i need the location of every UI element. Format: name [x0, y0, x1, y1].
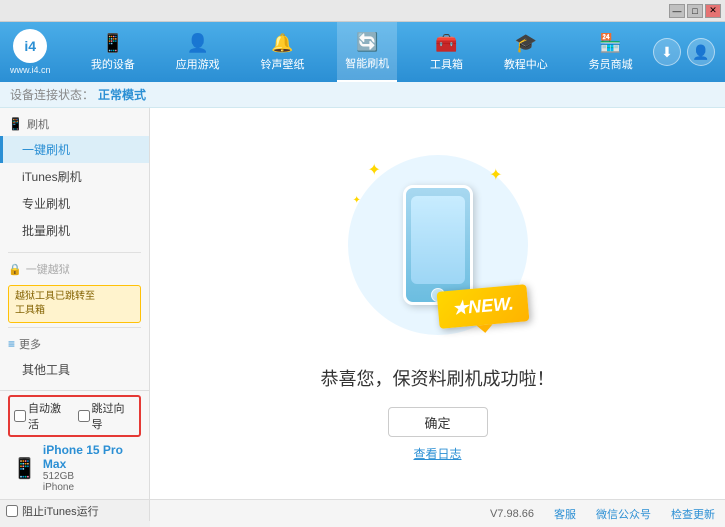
- main-layout: 📱 刷机 一键刷机 iTunes刷机 专业刷机 批量刷机 🔒: [0, 108, 725, 499]
- sidebar-scroll: 📱 刷机 一键刷机 iTunes刷机 专业刷机 批量刷机 🔒: [0, 108, 149, 390]
- flash-section: 📱 刷机 一键刷机 iTunes刷机 专业刷机 批量刷机: [0, 108, 149, 248]
- download-button[interactable]: ⬇: [653, 38, 681, 66]
- maximize-button[interactable]: □: [687, 4, 703, 18]
- nav-app-games[interactable]: 👤 应用游戏: [168, 22, 228, 82]
- batch-flash-label: 批量刷机: [22, 224, 70, 238]
- flash-group-icon: 📱: [8, 117, 23, 131]
- more-text: 更多: [19, 336, 41, 352]
- smart-flash-icon: 🔄: [356, 32, 378, 53]
- nav-tutorial-label: 教程中心: [504, 56, 548, 72]
- phone-screen: [411, 196, 465, 284]
- main-content: ✦ ✦ ✦ ★NEW. 恭喜您，保资料刷机成功啦！ 确定 查看日志: [150, 108, 725, 499]
- new-badge: ★NEW.: [436, 284, 529, 329]
- skip-guide-checkbox[interactable]: [78, 410, 90, 422]
- sidebar-item-download-firmware[interactable]: 下载固件: [0, 383, 149, 390]
- device-area: 自动激活 跳过向导 📱 iPhone 15 Pro Max 512GB iPho…: [0, 390, 149, 499]
- auto-activate-label: 自动激活: [28, 400, 72, 432]
- minimize-button[interactable]: —: [669, 4, 685, 18]
- ringtone-icon: 🔔: [271, 33, 293, 54]
- footer-link-support[interactable]: 客服: [554, 506, 576, 522]
- services-icon: 🏪: [599, 33, 621, 54]
- more-icon: ≡: [8, 337, 15, 351]
- itunes-bar: 阻止iTunes运行: [0, 499, 150, 521]
- other-tools-label: 其他工具: [22, 363, 70, 377]
- tools-icon: 🧰: [435, 33, 457, 54]
- flash-group-text: 刷机: [27, 116, 49, 132]
- header: i4 www.i4.cn 📱 我的设备 👤 应用游戏 🔔 铃声壁纸 🔄 智能刷机…: [0, 22, 725, 82]
- itunes-label: 阻止iTunes运行: [22, 503, 99, 519]
- nav-right-buttons: ⬇ 👤: [653, 38, 715, 66]
- footer: V7.98.66 客服 微信公众号 检查更新: [150, 499, 725, 527]
- footer-link-wechat[interactable]: 微信公众号: [596, 506, 651, 522]
- sidebar-item-one-key-flash[interactable]: 一键刷机: [0, 136, 149, 163]
- auto-activate-checkbox-item[interactable]: 自动激活: [14, 400, 72, 432]
- sidebar-divider-1: [8, 252, 141, 253]
- nav-app-games-label: 应用游戏: [176, 56, 220, 72]
- status-value: 正常模式: [98, 86, 146, 103]
- sidebar-divider-2: [8, 327, 141, 328]
- tutorial-icon: 🎓: [515, 33, 537, 54]
- nav-my-device[interactable]: 📱 我的设备: [83, 22, 143, 82]
- nav-tools[interactable]: 🧰 工具箱: [422, 22, 471, 82]
- status-label: 设备连接状态：: [10, 86, 94, 103]
- checkbox-row: 自动激活 跳过向导: [8, 395, 141, 437]
- itunes-flash-label: iTunes刷机: [22, 170, 82, 184]
- nav-ringtone-label: 铃声壁纸: [260, 56, 304, 72]
- nav-smart-flash-label: 智能刷机: [345, 55, 389, 71]
- device-info: 📱 iPhone 15 Pro Max 512GB iPhone: [8, 441, 141, 495]
- success-text: 恭喜您，保资料刷机成功啦！: [321, 365, 555, 391]
- new-badge-arrow: [476, 324, 493, 333]
- nav-ringtone[interactable]: 🔔 铃声壁纸: [252, 22, 312, 82]
- title-bar: — □ ✕: [0, 0, 725, 22]
- flash-group-label: 📱 刷机: [0, 112, 149, 136]
- skip-guide-checkbox-item[interactable]: 跳过向导: [78, 400, 136, 432]
- lock-icon: 🔒: [8, 263, 22, 276]
- jailbreak-notice: 越狱工具已跳转至工具箱: [8, 285, 141, 323]
- version-text: V7.98.66: [490, 508, 534, 520]
- nav-bar: 📱 我的设备 👤 应用游戏 🔔 铃声壁纸 🔄 智能刷机 🧰 工具箱 🎓 教程中心…: [71, 22, 653, 82]
- device-storage: 512GB: [43, 471, 137, 482]
- sidebar-item-other-tools[interactable]: 其他工具: [0, 356, 149, 383]
- phone-body: [403, 185, 473, 305]
- nav-my-device-label: 我的设备: [91, 56, 135, 72]
- sidebar: 📱 刷机 一键刷机 iTunes刷机 专业刷机 批量刷机 🔒: [0, 108, 150, 499]
- logo-icon: i4: [13, 29, 47, 63]
- device-phone-icon: 📱: [12, 456, 37, 481]
- bottom-area: 阻止iTunes运行 V7.98.66 客服 微信公众号 检查更新: [0, 499, 725, 527]
- confirm-button[interactable]: 确定: [388, 407, 488, 437]
- one-key-flash-label: 一键刷机: [22, 143, 70, 157]
- nav-tools-label: 工具箱: [430, 56, 463, 72]
- logo-text: www.i4.cn: [10, 65, 51, 75]
- sidebar-item-batch-flash[interactable]: 批量刷机: [0, 217, 149, 244]
- app-games-icon: 👤: [186, 33, 208, 54]
- device-details: iPhone 15 Pro Max 512GB iPhone: [43, 443, 137, 493]
- sidebar-item-itunes-flash[interactable]: iTunes刷机: [0, 163, 149, 190]
- nav-services[interactable]: 🏪 务员商城: [581, 22, 641, 82]
- nav-tutorial[interactable]: 🎓 教程中心: [496, 22, 556, 82]
- close-button[interactable]: ✕: [705, 4, 721, 18]
- disabled-label: 一键越狱: [26, 261, 70, 277]
- nav-services-label: 务员商城: [589, 56, 633, 72]
- status-bar: 设备连接状态： 正常模式: [0, 82, 725, 108]
- more-group-label: ≡ 更多: [0, 332, 149, 356]
- nav-smart-flash[interactable]: 🔄 智能刷机: [337, 22, 397, 82]
- phone-illustration: ✦ ✦ ✦ ★NEW.: [338, 145, 538, 345]
- account-button[interactable]: 👤: [687, 38, 715, 66]
- view-log-link[interactable]: 查看日志: [413, 445, 461, 462]
- footer-link-update[interactable]: 检查更新: [671, 506, 715, 522]
- sidebar-item-pro-flash[interactable]: 专业刷机: [0, 190, 149, 217]
- skip-guide-label: 跳过向导: [92, 400, 136, 432]
- sidebar-disabled-jailbreak: 🔒 一键越狱: [0, 257, 149, 281]
- pro-flash-label: 专业刷机: [22, 197, 70, 211]
- logo-area: i4 www.i4.cn: [10, 29, 51, 75]
- auto-activate-checkbox[interactable]: [14, 410, 26, 422]
- device-name: iPhone 15 Pro Max: [43, 443, 137, 471]
- device-type: iPhone: [43, 482, 137, 493]
- itunes-checkbox[interactable]: [6, 505, 18, 517]
- my-device-icon: 📱: [102, 33, 124, 54]
